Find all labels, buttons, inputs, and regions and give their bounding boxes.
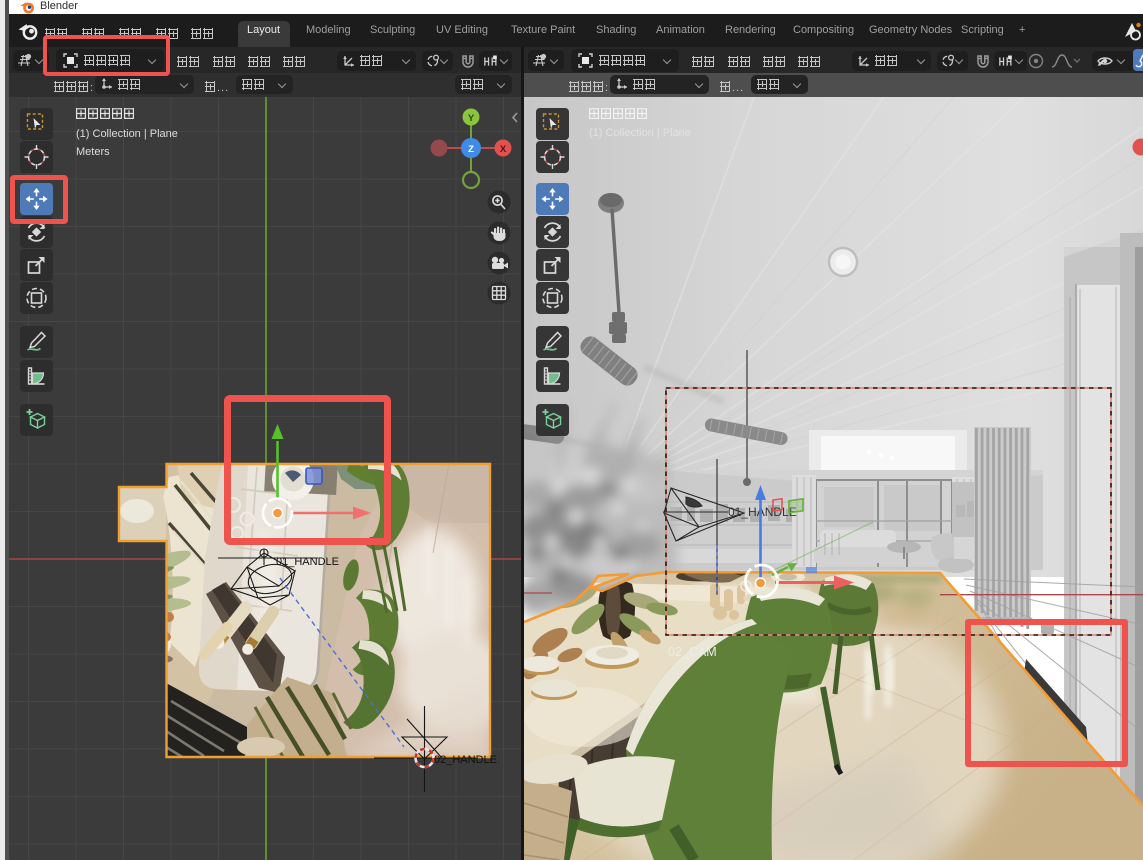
svg-text:Meters: Meters (76, 146, 110, 158)
svg-text:01_HANDLE: 01_HANDLE (728, 505, 797, 519)
svg-text:01_HANDLE: 01_HANDLE (276, 556, 339, 568)
svg-text:02_CAM: 02_CAM (668, 645, 717, 659)
svg-text:Y: Y (468, 113, 475, 124)
svg-text:02_HANDLE: 02_HANDLE (434, 754, 497, 766)
svg-text:Z: Z (468, 144, 474, 155)
svg-text:(1) Collection | Plane: (1) Collection | Plane (589, 127, 691, 139)
svg-text:(1) Collection | Plane: (1) Collection | Plane (76, 128, 178, 140)
svg-text:X: X (500, 144, 507, 155)
